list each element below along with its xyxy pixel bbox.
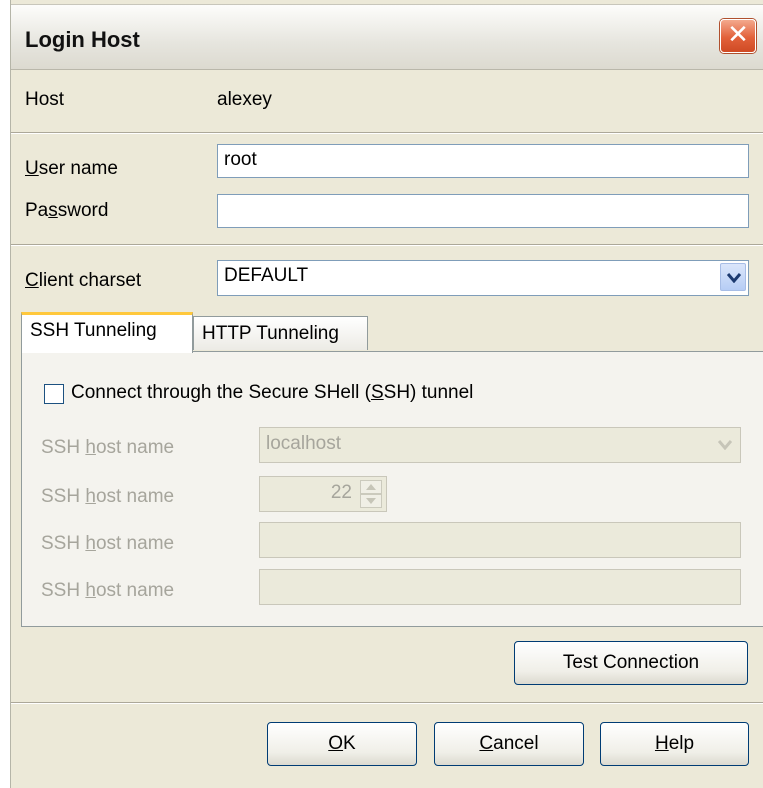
divider (11, 132, 763, 134)
chevron-down-icon (718, 440, 732, 450)
host-value: alexey (217, 89, 272, 110)
tab-http-tunneling[interactable]: HTTP Tunneling (193, 316, 368, 350)
tab-ssh-tunneling[interactable]: SSH Tunneling (21, 312, 193, 353)
ssh-port-spinner[interactable]: 22 (259, 476, 387, 512)
ok-button[interactable]: OK (267, 722, 417, 766)
user-name-input[interactable]: root (217, 144, 749, 178)
ssh-host-name-label: SSH host name (41, 437, 175, 458)
cancel-button[interactable]: Cancel (434, 722, 584, 766)
divider (11, 244, 763, 246)
ssh-tunnel-checkbox[interactable] (44, 384, 64, 404)
window-title: Login Host (25, 27, 140, 52)
divider (11, 702, 763, 704)
ssh-user-name-input[interactable] (259, 522, 741, 558)
ssh-port-value: 22 (330, 482, 352, 503)
title-bar[interactable]: Login Host ✕ (11, 4, 763, 70)
help-button[interactable]: Help (600, 722, 749, 766)
ssh-host-name-select[interactable]: localhost (259, 427, 741, 463)
ssh-host-name-value: localhost (266, 433, 341, 454)
spinner-arrows-icon[interactable] (360, 480, 382, 508)
ssh-port-label: SSH host name (41, 486, 175, 507)
host-label: Host (25, 89, 65, 110)
ssh-password-input[interactable] (259, 569, 741, 605)
password-label: Password (25, 200, 109, 221)
password-input[interactable] (217, 194, 749, 228)
ssh-password-label: SSH host name (41, 580, 175, 601)
test-connection-button[interactable]: Test Connection (514, 641, 748, 685)
chevron-down-icon[interactable] (720, 263, 746, 291)
user-name-label: User name (25, 158, 118, 179)
login-host-dialog: Login Host ✕ Host alexey User name root … (10, 0, 763, 788)
close-icon[interactable]: ✕ (720, 19, 756, 53)
client-charset-value: DEFAULT (224, 265, 309, 286)
ssh-tunnel-checkbox-label: Connect through the Secure SHell (SSH) t… (71, 382, 474, 403)
client-charset-label: Client charset (25, 270, 142, 291)
ssh-user-name-label: SSH host name (41, 533, 175, 554)
client-charset-select[interactable]: DEFAULT (217, 260, 749, 296)
